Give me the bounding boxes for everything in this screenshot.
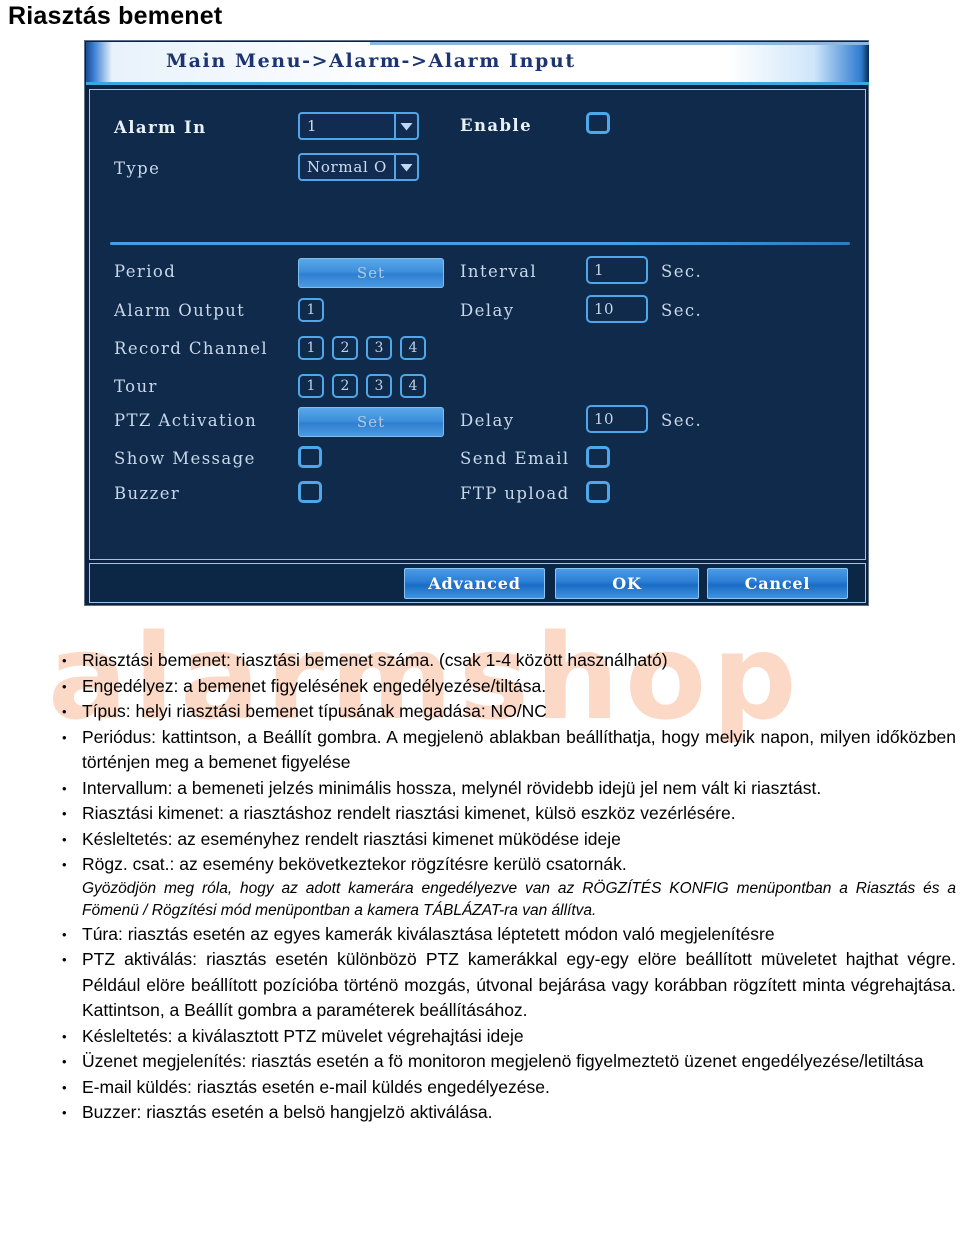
ptz-set-button[interactable]: Set — [298, 407, 444, 437]
list-item: Túra: riasztás esetén az egyes kamerák k… — [56, 922, 956, 948]
type-label: Type — [114, 159, 161, 178]
list-item: E-mail küldés: riasztás esetén e-mail kü… — [56, 1075, 956, 1101]
titlebar-notch — [370, 42, 869, 45]
list-item: Intervallum: a bemeneti jelzés minimális… — [56, 776, 956, 802]
dvr-dialog: Main Menu->Alarm->Alarm Input Alarm In 1… — [84, 40, 869, 606]
tour-label: Tour — [114, 377, 158, 396]
buzzer-checkbox[interactable] — [298, 481, 322, 503]
tour-channel-4[interactable]: 4 — [400, 374, 426, 398]
show-message-checkbox[interactable] — [298, 446, 322, 468]
notes-list: Riasztási bemenet: riasztási bemenet szá… — [56, 648, 956, 1126]
type-value: Normal O — [307, 158, 387, 176]
chevron-down-icon[interactable] — [394, 155, 417, 179]
chevron-down-icon[interactable] — [394, 114, 417, 138]
record-channel-1[interactable]: 1 — [298, 336, 324, 360]
enable-label: Enable — [460, 116, 532, 135]
send-email-checkbox[interactable] — [586, 446, 610, 468]
list-item: Rögz. csat.: az esemény bekövetkeztekor … — [56, 852, 956, 878]
alarm-output-delay-unit-label: Sec. — [661, 301, 703, 320]
show-message-label: Show Message — [114, 449, 256, 468]
ftp-upload-checkbox[interactable] — [586, 481, 610, 503]
alarm-in-value: 1 — [307, 117, 318, 135]
ftp-upload-label: FTP upload — [460, 484, 570, 503]
alarm-output-channel-1[interactable]: 1 — [298, 298, 324, 322]
ptz-delay-input[interactable]: 10 — [586, 405, 648, 433]
alarm-output-delay-input[interactable]: 10 — [586, 295, 648, 323]
section-divider — [110, 242, 850, 245]
period-label: Period — [114, 262, 177, 281]
alarm-output-label: Alarm Output — [114, 301, 246, 320]
alarm-in-select[interactable]: 1 — [298, 112, 419, 140]
ptz-delay-unit-label: Sec. — [661, 411, 703, 430]
ptz-activation-label: PTZ Activation — [114, 411, 258, 430]
list-item: PTZ aktiválás: riasztás esetén különbözö… — [56, 947, 956, 1024]
alarm-output-delay-label: Delay — [460, 301, 515, 320]
note-italic-text: Gyözödjön meg róla, hogy az adott kamerá… — [82, 879, 956, 919]
period-set-button[interactable]: Set — [298, 258, 444, 288]
list-item: Periódus: kattintson, a Beállít gombra. … — [56, 725, 956, 776]
cancel-button[interactable]: Cancel — [707, 568, 848, 599]
list-item: Típus: helyi riasztási bemenet típusának… — [56, 699, 956, 725]
tour-channel-2[interactable]: 2 — [332, 374, 358, 398]
list-item: Buzzer: riasztás esetén a belsö hangjelz… — [56, 1100, 956, 1126]
tour-channel-1[interactable]: 1 — [298, 374, 324, 398]
interval-unit-label: Sec. — [661, 262, 703, 281]
list-item: Riasztási kimenet: a riasztáshoz rendelt… — [56, 801, 956, 827]
dialog-titlebar: Main Menu->Alarm->Alarm Input — [86, 42, 869, 85]
page-title: Riasztás bemenet — [8, 2, 223, 30]
alarm-in-label: Alarm In — [114, 118, 207, 137]
send-email-label: Send Email — [460, 449, 570, 468]
ok-button[interactable]: OK — [555, 568, 699, 599]
enable-checkbox[interactable] — [586, 112, 610, 134]
list-item: Engedélyez: a bemenet figyelésének enged… — [56, 674, 956, 700]
list-item: Késleltetés: az eseményhez rendelt riasz… — [56, 827, 956, 853]
list-item: Üzenet megjelenítés: riasztás esetén a f… — [56, 1049, 956, 1075]
note-italic: Gyözödjön meg róla, hogy az adott kamerá… — [56, 878, 956, 922]
advanced-button[interactable]: Advanced — [404, 568, 545, 599]
tour-channel-3[interactable]: 3 — [366, 374, 392, 398]
list-item: Riasztási bemenet: riasztási bemenet szá… — [56, 648, 956, 674]
ptz-delay-label: Delay — [460, 411, 515, 430]
dialog-footer: Advanced OK Cancel — [89, 563, 866, 603]
dialog-body: Alarm In 1 Enable Type Normal O Period S… — [89, 89, 866, 560]
buzzer-label: Buzzer — [114, 484, 181, 503]
record-channel-3[interactable]: 3 — [366, 336, 392, 360]
record-channel-2[interactable]: 2 — [332, 336, 358, 360]
dialog-breadcrumb-title: Main Menu->Alarm->Alarm Input — [166, 50, 576, 72]
type-select[interactable]: Normal O — [298, 153, 419, 181]
list-item: Késleltetés: a kiválasztott PTZ müvelet … — [56, 1024, 956, 1050]
interval-label: Interval — [460, 262, 538, 281]
notes-section: Riasztási bemenet: riasztási bemenet szá… — [56, 648, 956, 1126]
record-channel-label: Record Channel — [114, 339, 269, 358]
interval-input[interactable]: 1 — [586, 256, 648, 284]
record-channel-4[interactable]: 4 — [400, 336, 426, 360]
